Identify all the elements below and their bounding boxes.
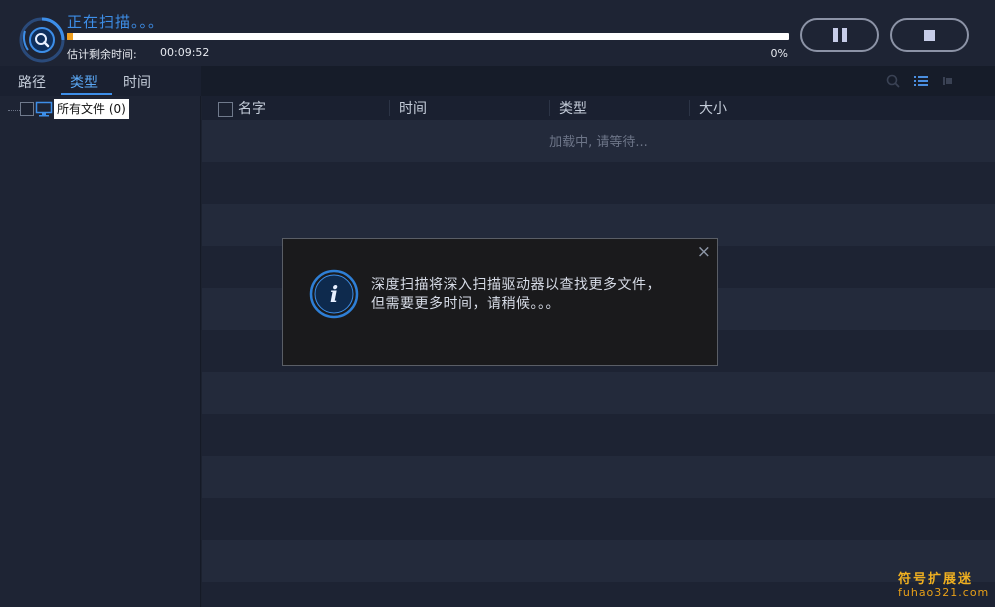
list-row [202,540,995,582]
column-divider[interactable] [389,100,390,116]
column-size[interactable]: 大小 [699,98,727,118]
pause-icon [832,28,847,42]
list-row [202,372,995,414]
scan-search-icon [19,17,65,63]
info-icon: i [309,269,359,319]
eta-label: 估计剩余时间: [67,48,137,61]
watermark-logo: 符号扩展迷 [898,572,974,587]
watermark-url: fuhao321.com [898,586,990,599]
tree-connector [8,110,20,111]
active-tab-indicator [61,93,112,95]
svg-text:i: i [330,282,338,308]
eta-value: 00:09:52 [160,46,210,59]
stop-icon [924,29,935,41]
list-row [202,414,995,456]
dialog-message-line: 深度扫描将深入扫描驱动器以查找更多文件， [371,277,661,293]
stop-button[interactable] [890,18,969,52]
monitor-icon [35,101,53,117]
dialog-message-line: 但需要更多时间，请稍候。。。 [371,296,560,312]
loading-message: 加载中, 请等待... [549,135,648,150]
list-toolbar [201,66,995,96]
column-divider[interactable] [549,100,550,116]
dialog-message: 深度扫描将深入扫描驱动器以查找更多文件， 但需要更多时间，请稍候。。。 [371,276,661,314]
column-type[interactable]: 类型 [559,98,587,118]
tree-root-all-files[interactable]: 所有文件 (0) [54,99,129,119]
list-row [202,498,995,540]
progress-percent: 0% [770,47,788,60]
close-icon[interactable]: × [697,242,711,262]
scan-progress-fill [67,33,73,40]
list-header: 名字 时间 类型 大小 [202,96,995,120]
scan-status-title: 正在扫描。。。 [67,13,165,31]
list-row [202,456,995,498]
tab-path[interactable]: 路径 [18,72,46,92]
pause-button[interactable] [800,18,879,52]
column-time[interactable]: 时间 [399,98,427,118]
list-row [202,582,995,607]
scan-progress-bar [67,33,789,40]
tree-root-checkbox[interactable] [20,102,34,116]
select-all-checkbox[interactable] [218,102,233,117]
deep-scan-info-dialog: × i 深度扫描将深入扫描驱动器以查找更多文件， 但需要更多时间，请稍候。。。 [282,238,718,366]
search-icon[interactable] [885,74,901,88]
folder-tree-pane [0,96,201,607]
detail-view-icon[interactable] [940,74,956,88]
tab-time[interactable]: 时间 [123,72,151,92]
list-row [202,162,995,204]
column-name[interactable]: 名字 [238,98,266,118]
tab-type[interactable]: 类型 [70,72,98,92]
column-divider[interactable] [689,100,690,116]
tab-bar: 路径 类型 时间 [0,66,201,96]
list-view-icon[interactable] [913,74,929,88]
